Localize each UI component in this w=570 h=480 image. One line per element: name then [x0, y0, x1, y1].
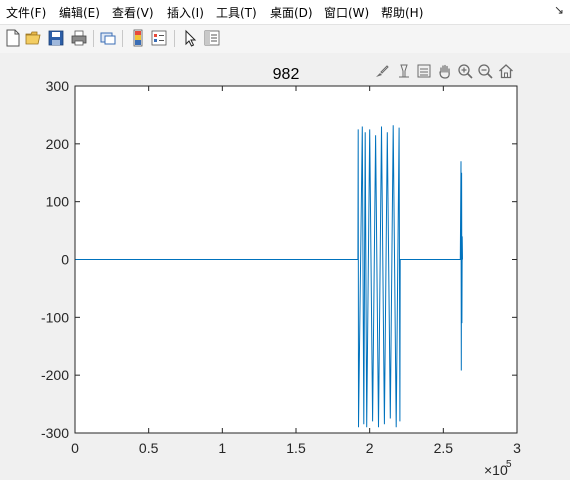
- data-tip-icon[interactable]: [396, 63, 412, 79]
- y-tick-label: 300: [46, 78, 70, 94]
- zoom-out-icon[interactable]: [477, 63, 493, 79]
- figure-toolbar: [0, 24, 570, 54]
- legend-icon[interactable]: [150, 29, 168, 47]
- y-tick-label: -100: [41, 309, 69, 325]
- x-tick-label: 3: [513, 440, 521, 456]
- save-icon[interactable]: [47, 29, 65, 47]
- new-figure-icon[interactable]: [4, 29, 22, 47]
- menu-desktop[interactable]: 桌面(D): [270, 4, 313, 21]
- x-tick-label: 0: [71, 440, 79, 456]
- y-tick-label: 200: [46, 136, 70, 152]
- x-exponent-power: 5: [506, 459, 512, 470]
- toolbar-separator: [174, 30, 175, 47]
- x-tick-label: 2: [366, 440, 374, 456]
- x-tick-label: 2.5: [434, 440, 454, 456]
- menu-insert[interactable]: 插入(I): [167, 4, 204, 21]
- colorbar-icon[interactable]: [129, 29, 147, 47]
- menu-bar: 文件(F) 编辑(E) 查看(V) 插入(I) 工具(T) 桌面(D) 窗口(W…: [0, 0, 570, 24]
- brush-icon[interactable]: [374, 63, 390, 79]
- property-inspector-icon[interactable]: [203, 29, 221, 47]
- zoom-in-icon[interactable]: [457, 63, 473, 79]
- y-tick-label: -300: [41, 425, 69, 441]
- x-tick-label: 0.5: [139, 440, 159, 456]
- print-icon[interactable]: [70, 29, 88, 47]
- chart-title: 982: [273, 66, 300, 83]
- pan-data-icon[interactable]: [416, 63, 432, 79]
- open-file-icon[interactable]: [25, 29, 43, 47]
- figure-area: 0 0.5 1 1.5 2 2.5 3 -300 -200 -100 0 100 200 300 982…: [0, 53, 570, 480]
- x-tick-label: 1: [218, 440, 226, 456]
- toolbar-separator: [122, 30, 123, 47]
- menu-view[interactable]: 查看(V): [112, 4, 154, 21]
- y-tick-label: -200: [41, 367, 69, 383]
- link-plot-icon[interactable]: [99, 29, 117, 47]
- pan-hand-icon[interactable]: [437, 63, 453, 79]
- y-tick-label: 100: [46, 194, 70, 210]
- dock-arrow-icon[interactable]: ↘: [554, 3, 564, 17]
- menu-edit[interactable]: 编辑(E): [59, 4, 100, 21]
- y-tick-label: 0: [61, 252, 69, 268]
- menu-help[interactable]: 帮助(H): [381, 4, 423, 21]
- menu-tools[interactable]: 工具(T): [216, 4, 257, 21]
- select-arrow-icon[interactable]: [181, 29, 199, 47]
- menu-file[interactable]: 文件(F): [6, 4, 46, 21]
- plot-area[interactable]: 0 0.5 1 1.5 2 2.5 3 -300 -200 -100 0 100 200 300 982…: [0, 53, 570, 480]
- menu-window[interactable]: 窗口(W): [324, 4, 369, 21]
- x-tick-label: 1.5: [286, 440, 306, 456]
- x-exponent-label: ×10: [484, 462, 508, 478]
- home-icon[interactable]: [498, 63, 514, 79]
- toolbar-separator: [93, 30, 94, 47]
